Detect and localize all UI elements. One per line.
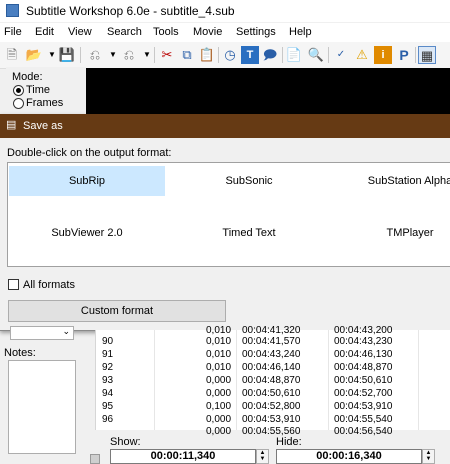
row-num[interactable]: 95 bbox=[102, 401, 113, 412]
warning-icon[interactable]: ⚠ bbox=[353, 46, 371, 64]
custom-format-button[interactable]: Custom format bbox=[8, 300, 226, 322]
dialog-title-bar: ▤ Save as bbox=[0, 114, 450, 138]
mode-frames-radio[interactable] bbox=[13, 98, 24, 109]
window-title: Subtitle Workshop 6.0e - subtitle_4.sub bbox=[26, 4, 235, 18]
row-pause[interactable]: 0,000 bbox=[206, 414, 231, 425]
menu-view[interactable]: View bbox=[68, 26, 92, 38]
row-num[interactable]: 91 bbox=[102, 349, 113, 360]
subtitle-grid[interactable]: 0,010 00:04:41,320 00:04:43,200 90 0,010… bbox=[95, 325, 450, 437]
lock-icon[interactable] bbox=[90, 454, 100, 464]
undo-icon[interactable]: ⎌ bbox=[86, 46, 104, 64]
notes-textarea[interactable] bbox=[8, 360, 76, 454]
row-end[interactable]: 00:04:46,130 bbox=[334, 349, 392, 360]
film-icon[interactable]: ▦ bbox=[418, 46, 436, 64]
format-timed-text[interactable]: Timed Text bbox=[171, 218, 327, 248]
title-bar: Subtitle Workshop 6.0e - subtitle_4.sub bbox=[0, 0, 450, 22]
row-pause[interactable]: 0,000 bbox=[206, 388, 231, 399]
show-spin-button[interactable]: ▲ ▼ bbox=[256, 449, 269, 464]
row-pause[interactable]: 0,000 bbox=[206, 375, 231, 386]
format-subsonic[interactable]: SubSonic bbox=[171, 166, 327, 196]
row-num[interactable]: 92 bbox=[102, 362, 113, 373]
row-end[interactable]: 00:04:52,700 bbox=[334, 388, 392, 399]
menu-tools[interactable]: Tools bbox=[153, 26, 179, 38]
translate-icon[interactable]: 📄 bbox=[285, 46, 303, 64]
grid-partial-pause: 0,010 bbox=[206, 325, 232, 336]
dialog-instruction: Double-click on the output format: bbox=[7, 147, 172, 159]
format-list[interactable]: SubRip SubSonic SubStation Alpha SubView… bbox=[7, 162, 450, 267]
menu-file[interactable]: File bbox=[4, 26, 22, 38]
row-start[interactable]: 00:04:53,910 bbox=[242, 414, 300, 425]
menu-help[interactable]: Help bbox=[289, 26, 312, 38]
format-ssa[interactable]: SubStation Alpha bbox=[332, 166, 450, 196]
new-icon[interactable]: 🗎 bbox=[3, 46, 21, 64]
grid-last-pause: 0,000 bbox=[206, 426, 232, 437]
menu-settings[interactable]: Settings bbox=[236, 26, 276, 38]
video-preview bbox=[86, 68, 450, 114]
speech-icon[interactable]: 🗩 bbox=[261, 46, 279, 64]
row-end[interactable]: 00:04:50,610 bbox=[334, 375, 392, 386]
row-num[interactable]: 93 bbox=[102, 375, 113, 386]
show-time-field[interactable]: 00:00:11,340 bbox=[110, 449, 256, 464]
row-end[interactable]: 00:04:53,910 bbox=[334, 401, 392, 412]
cut-icon[interactable]: ✂ bbox=[158, 46, 176, 64]
save-icon[interactable]: 💾 bbox=[58, 46, 76, 64]
grid-partial-start: 00:04:41,320 bbox=[242, 325, 301, 336]
left-combo[interactable]: ⌄ bbox=[10, 326, 74, 340]
grid-partial-end: 00:04:43,200 bbox=[334, 325, 393, 336]
menu-bar: File Edit View Search Tools Movie Settin… bbox=[0, 23, 450, 42]
notes-label: Notes: bbox=[4, 347, 36, 359]
open-icon[interactable]: 📂 bbox=[25, 46, 43, 64]
dialog-title: Save as bbox=[23, 120, 63, 132]
info-icon[interactable]: i bbox=[374, 46, 392, 64]
app-icon bbox=[6, 4, 19, 17]
row-num[interactable]: 94 bbox=[102, 388, 113, 399]
clock-icon[interactable]: ◷ bbox=[221, 46, 239, 64]
row-start[interactable]: 00:04:46,140 bbox=[242, 362, 300, 373]
row-end[interactable]: 00:04:43,230 bbox=[334, 336, 392, 347]
row-start[interactable]: 00:04:50,610 bbox=[242, 388, 300, 399]
mode-time-label: Time bbox=[26, 84, 51, 96]
text-icon[interactable]: T bbox=[241, 46, 259, 64]
chevron-down-icon: ⌄ bbox=[62, 326, 70, 336]
format-tmplayer[interactable]: TMPlayer bbox=[332, 218, 450, 248]
row-pause[interactable]: 0,100 bbox=[206, 401, 231, 412]
save-icon: ▤ bbox=[6, 119, 17, 131]
mode-frames-label: Frames bbox=[26, 97, 64, 109]
row-start[interactable]: 00:04:41,570 bbox=[242, 336, 300, 347]
hide-label: Hide: bbox=[276, 436, 302, 448]
menu-edit[interactable]: Edit bbox=[35, 26, 54, 38]
spellcheck-icon[interactable]: ✓ bbox=[332, 46, 350, 64]
copy-icon[interactable]: ⧉ bbox=[178, 46, 196, 64]
row-num[interactable]: 90 bbox=[102, 336, 113, 347]
mode-label: Mode: bbox=[12, 71, 43, 83]
row-start[interactable]: 00:04:52,800 bbox=[242, 401, 300, 412]
row-start[interactable]: 00:04:43,240 bbox=[242, 349, 300, 360]
hide-time-field[interactable]: 00:00:16,340 bbox=[276, 449, 422, 464]
row-num[interactable]: 96 bbox=[102, 414, 113, 425]
row-end[interactable]: 00:04:48,870 bbox=[334, 362, 392, 373]
row-pause[interactable]: 0,010 bbox=[206, 362, 231, 373]
save-as-dialog: ▤ Save as Double-click on the output for… bbox=[0, 114, 450, 331]
hide-spin-button[interactable]: ▲ ▼ bbox=[422, 449, 435, 464]
mode-time-radio[interactable] bbox=[13, 85, 24, 96]
row-pause[interactable]: 0,010 bbox=[206, 349, 231, 360]
p-icon[interactable]: P bbox=[395, 46, 413, 64]
mode-panel: Mode: Time Frames bbox=[6, 67, 86, 111]
toolbar: 🗎 📂 ▼ 💾 ⎌ ▼ ⎌ ▼ ✂ ⧉ 📋 ◷ T 🗩 📄 🔍 ✓ ⚠ i P … bbox=[0, 42, 450, 69]
format-subviewer[interactable]: SubViewer 2.0 bbox=[9, 218, 165, 248]
menu-search[interactable]: Search bbox=[107, 26, 142, 38]
grid-last-end: 00:04:56,540 bbox=[334, 426, 393, 437]
redo-icon[interactable]: ⎌ bbox=[120, 46, 138, 64]
menu-movie[interactable]: Movie bbox=[193, 26, 222, 38]
row-start[interactable]: 00:04:48,870 bbox=[242, 375, 300, 386]
all-formats-checkbox[interactable] bbox=[8, 279, 19, 290]
row-end[interactable]: 00:04:55,540 bbox=[334, 414, 392, 425]
paste-icon[interactable]: 📋 bbox=[198, 46, 216, 64]
row-pause[interactable]: 0,010 bbox=[206, 336, 231, 347]
show-label: Show: bbox=[110, 436, 141, 448]
format-subrip[interactable]: SubRip bbox=[9, 166, 165, 196]
all-formats-label[interactable]: All formats bbox=[23, 279, 75, 291]
search-icon[interactable]: 🔍 bbox=[307, 46, 325, 64]
